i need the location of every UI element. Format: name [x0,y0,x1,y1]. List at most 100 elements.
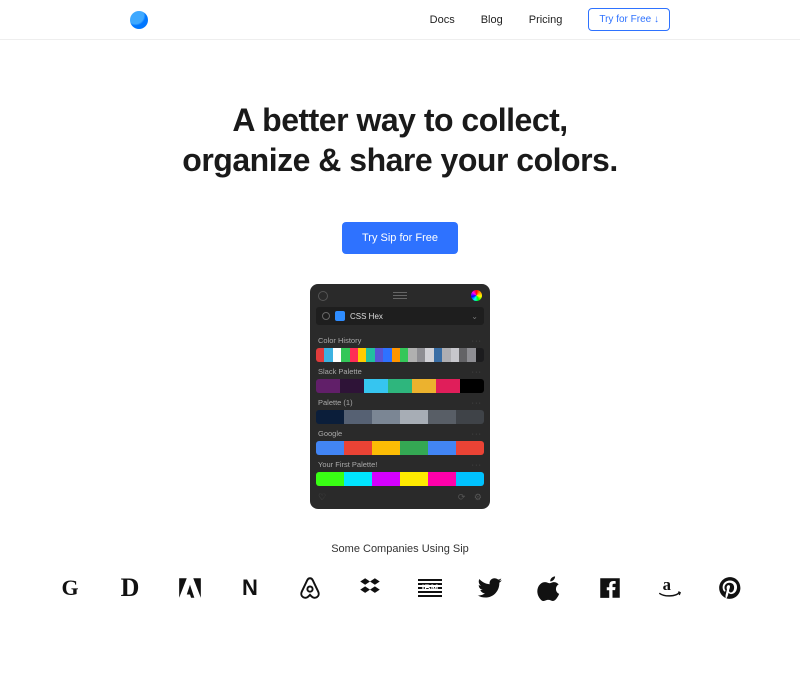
app-bottom-bar: ♡ ⟳ ⚙ [310,486,490,503]
section-history-header: Color History ··· [310,331,490,348]
color-swatch[interactable] [434,348,442,362]
color-swatch[interactable] [358,348,366,362]
svg-text:a: a [663,575,672,594]
section-slack-header: Slack Palette ··· [310,362,490,379]
color-swatch[interactable] [341,348,349,362]
color-swatch[interactable] [428,410,456,424]
color-swatch[interactable] [425,348,433,362]
menu-icon[interactable] [393,292,407,299]
color-swatch[interactable] [456,472,484,486]
color-swatch[interactable] [316,441,344,455]
nav-pricing[interactable]: Pricing [529,14,563,26]
company-twitter-icon [477,575,503,601]
company-pinterest-icon [717,575,743,601]
color-swatch[interactable] [467,348,475,362]
company-ibm-icon: IBM [417,575,443,601]
color-swatch[interactable] [316,348,324,362]
company-disney-icon: D [117,575,143,601]
color-swatch[interactable] [316,379,340,393]
header: Docs Blog Pricing Try for Free ↓ [0,0,800,40]
palette-first[interactable] [316,472,484,486]
color-format-selector[interactable]: CSS Hex ⌄ [316,307,484,325]
nav-docs[interactable]: Docs [430,14,455,26]
hero-title: A better way to collect, organize & shar… [0,100,800,180]
color-swatch[interactable] [372,472,400,486]
color-wheel-icon[interactable] [471,290,482,301]
company-adobe-icon [177,575,203,601]
color-swatch[interactable] [408,348,416,362]
color-swatch[interactable] [442,348,450,362]
section-first-more-icon[interactable]: ··· [472,460,483,469]
color-swatch[interactable] [372,410,400,424]
favorite-icon[interactable]: ♡ [318,492,326,503]
section-google-more-icon[interactable]: ··· [472,429,483,438]
color-swatch[interactable] [350,348,358,362]
company-amazon-icon: a [657,575,683,601]
color-swatch[interactable] [316,410,344,424]
color-swatch[interactable] [340,379,364,393]
header-nav: Docs Blog Pricing Try for Free ↓ [430,8,670,31]
brand-logo-icon[interactable] [130,11,148,29]
header-try-button[interactable]: Try for Free ↓ [588,8,670,31]
palette-google[interactable] [316,441,484,455]
color-swatch[interactable] [400,441,428,455]
color-swatch[interactable] [333,348,341,362]
company-dropbox-icon [357,575,383,601]
color-swatch[interactable] [372,441,400,455]
company-apple-icon [537,575,563,601]
section-first-header: Your First Palette! ··· [310,455,490,472]
palette-one[interactable] [316,410,484,424]
color-swatch[interactable] [324,348,332,362]
company-airbnb-icon [297,575,323,601]
color-swatch[interactable] [364,379,388,393]
color-swatch[interactable] [400,410,428,424]
color-swatch[interactable] [344,410,372,424]
color-swatch[interactable] [344,441,372,455]
hero-cta-button[interactable]: Try Sip for Free [342,222,458,254]
color-swatch[interactable] [388,379,412,393]
palette-slack[interactable] [316,379,484,393]
section-palette1-more-icon[interactable]: ··· [472,398,483,407]
current-color-swatch [335,311,345,321]
company-netflix-icon: N [237,575,263,601]
section-palette1-label: Palette (1) [318,398,353,407]
company-facebook-icon [597,575,623,601]
color-swatch[interactable] [344,472,372,486]
section-google-label: Google [318,429,342,438]
chevron-down-icon: ⌄ [471,312,478,321]
color-swatch[interactable] [383,348,391,362]
color-swatch[interactable] [366,348,374,362]
color-swatch[interactable] [375,348,383,362]
color-swatch[interactable] [417,348,425,362]
company-google-icon: G [57,575,83,601]
color-swatch[interactable] [460,379,484,393]
color-swatch[interactable] [316,472,344,486]
section-history-more-icon[interactable]: ··· [472,336,483,345]
hero-title-line2: organize & share your colors. [182,142,617,178]
back-icon[interactable] [318,291,328,301]
section-slack-label: Slack Palette [318,367,362,376]
hero-title-line1: A better way to collect, [232,102,567,138]
section-palette1-header: Palette (1) ··· [310,393,490,410]
color-swatch[interactable] [412,379,436,393]
color-swatch[interactable] [428,472,456,486]
color-swatch[interactable] [451,348,459,362]
palette-history[interactable] [316,348,484,362]
color-swatch[interactable] [476,348,484,362]
color-swatch[interactable] [456,410,484,424]
color-swatch[interactable] [428,441,456,455]
app-preview: CSS Hex ⌄ Color History ··· Slack Palett… [310,284,490,509]
color-swatch[interactable] [456,441,484,455]
section-slack-more-icon[interactable]: ··· [472,367,483,376]
color-swatch[interactable] [436,379,460,393]
color-swatch[interactable] [459,348,467,362]
color-swatch[interactable] [392,348,400,362]
nav-blog[interactable]: Blog [481,14,503,26]
companies-heading: Some Companies Using Sip [0,543,800,555]
color-swatch[interactable] [400,472,428,486]
settings-icon[interactable]: ⚙ [474,492,482,502]
refresh-icon[interactable]: ⟳ [458,492,466,502]
section-first-label: Your First Palette! [318,460,377,469]
color-swatch[interactable] [400,348,408,362]
section-history-label: Color History [318,336,361,345]
